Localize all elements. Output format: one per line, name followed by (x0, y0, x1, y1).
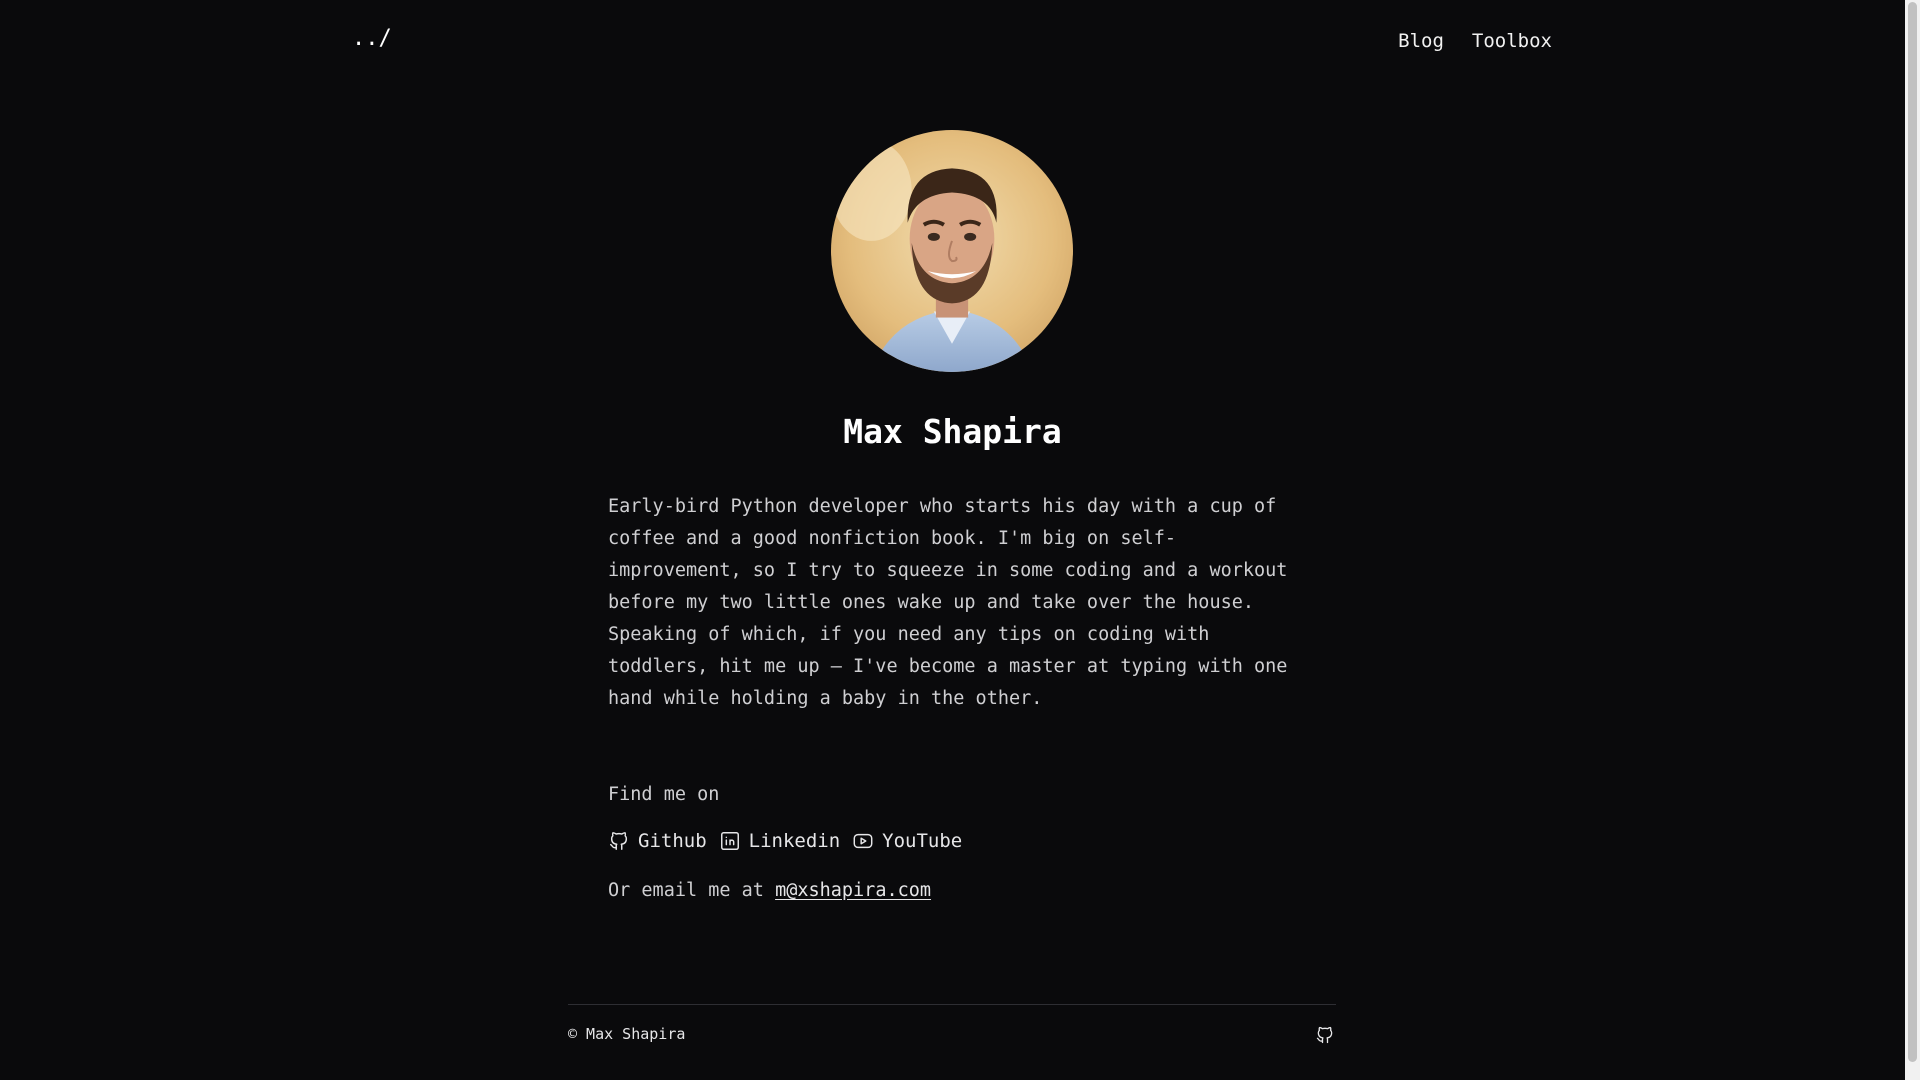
nav-blog-link[interactable]: Blog (1398, 30, 1444, 52)
email-prefix: Or email me at (608, 880, 764, 901)
profile-name: Max Shapira (843, 412, 1062, 451)
site-header: ../ Blog Toolbox (0, 0, 1905, 84)
social-links: Github Linkedin YouTube (608, 830, 962, 852)
main-nav: Blog Toolbox (1398, 30, 1552, 52)
linkedin-label: Linkedin (748, 830, 841, 852)
footer-divider (568, 1004, 1336, 1005)
home-link[interactable]: ../ (352, 26, 392, 51)
scrollbar-thumb[interactable] (1908, 2, 1917, 1062)
scrollbar[interactable] (1905, 0, 1920, 1080)
github-icon (1316, 1026, 1333, 1044)
youtube-icon (853, 833, 873, 849)
linkedin-icon (720, 832, 739, 850)
profile-bio: Early-bird Python developer who starts h… (608, 496, 1288, 709)
youtube-link[interactable]: YouTube (852, 830, 962, 852)
avatar (831, 130, 1073, 372)
youtube-label: YouTube (882, 830, 963, 852)
avatar-photo (831, 130, 1073, 372)
footer-copyright: © Max Shapira (568, 1025, 686, 1043)
linkedin-link[interactable]: Linkedin (719, 830, 841, 852)
nav-toolbox-link[interactable]: Toolbox (1472, 30, 1552, 52)
email-link[interactable]: m@xshapira.com (775, 880, 931, 901)
find-me-label: Find me on (608, 784, 720, 805)
footer-github-link[interactable] (1315, 1025, 1335, 1045)
page: ../ Blog Toolbox Max Shapira Early-bird … (0, 0, 1905, 1080)
github-icon (610, 832, 628, 850)
email-line: Or email me at m@xshapira.com (608, 880, 931, 901)
github-link[interactable]: Github (608, 830, 707, 852)
github-label: Github (638, 830, 707, 852)
